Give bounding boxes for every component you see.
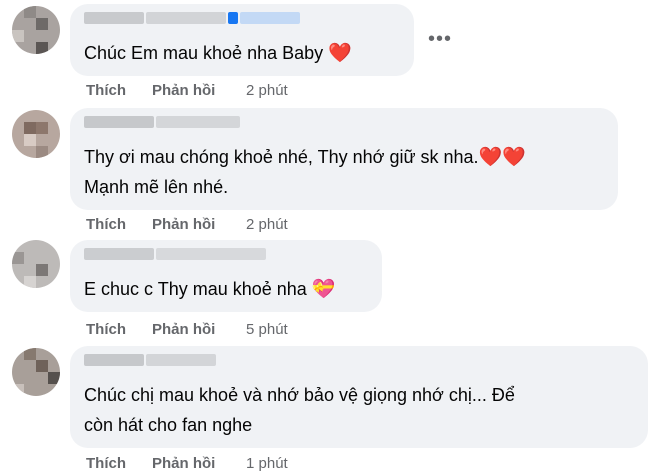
avatar[interactable] <box>12 240 60 288</box>
like-button[interactable]: Thích <box>86 321 126 338</box>
comment-bubble: Chúc Em mau khoẻ nha Baby ❤️ <box>70 4 414 76</box>
author-name-blurred[interactable] <box>84 116 240 130</box>
like-button[interactable]: Thích <box>86 455 126 472</box>
comment-bubble: Thy ơi mau chóng khoẻ nhé, Thy nhớ giữ s… <box>70 108 618 210</box>
comment-bubble: Chúc chị mau khoẻ và nhớ bảo vệ giọng nh… <box>70 346 648 448</box>
comment-text: Chúc chị mau khoẻ và nhớ bảo vệ giọng nh… <box>84 385 515 405</box>
reply-button[interactable]: Phản hồi <box>152 82 215 99</box>
comment-timestamp[interactable]: 1 phút <box>246 455 288 472</box>
comment-text: E chuc c Thy mau khoẻ nha 💝 <box>84 279 336 300</box>
like-button[interactable]: Thích <box>86 216 126 233</box>
comment-text-line-2: còn hát cho fan nghe <box>84 415 253 435</box>
comment-bubble: E chuc c Thy mau khoẻ nha 💝 <box>70 240 382 312</box>
avatar[interactable] <box>12 6 60 54</box>
comment-text: Thy ơi mau chóng khoẻ nhé, Thy nhớ giữ s… <box>84 147 526 168</box>
avatar[interactable] <box>12 348 60 396</box>
author-name-blurred[interactable] <box>84 12 300 26</box>
heart-gift-emoji-icon: 💝 <box>311 279 336 300</box>
comment-timestamp[interactable]: 2 phút <box>246 216 288 233</box>
more-horizontal-icon[interactable]: ••• <box>428 28 452 51</box>
comment-text-line-2: Mạnh mẽ lên nhé. <box>84 177 229 197</box>
reply-button[interactable]: Phản hồi <box>152 216 215 233</box>
heart-emoji-icon: ❤️ <box>328 43 352 64</box>
author-name-blurred[interactable] <box>84 354 216 368</box>
like-button[interactable]: Thích <box>86 82 126 99</box>
heart-emoji-icon: ❤️❤️ <box>478 147 526 168</box>
author-name-blurred[interactable] <box>84 248 266 262</box>
reply-button[interactable]: Phản hồi <box>152 321 215 338</box>
comment-text: Chúc Em mau khoẻ nha Baby ❤️ <box>84 43 352 64</box>
reply-button[interactable]: Phản hồi <box>152 455 215 472</box>
avatar[interactable] <box>12 110 60 158</box>
comment-timestamp[interactable]: 5 phút <box>246 321 288 338</box>
comment-timestamp[interactable]: 2 phút <box>246 82 288 99</box>
